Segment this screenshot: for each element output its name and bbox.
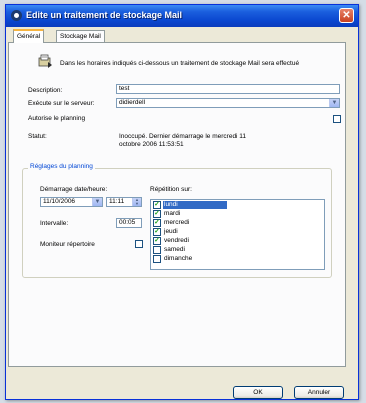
list-item-samedi[interactable]: samedi (153, 246, 229, 254)
intro-text: Dans les horaires indiqués ci-dessous un… (60, 60, 300, 67)
app-icon (11, 10, 22, 21)
start-date-picker[interactable]: 11/10/2006 ▼ (40, 197, 103, 207)
list-item-mardi[interactable]: ✓ mardi (153, 210, 229, 218)
list-item-dimanche[interactable]: dimanche (153, 255, 229, 263)
start-time-spinner[interactable]: 11:11 ▲ ▼ (106, 197, 142, 207)
check-icon[interactable]: ✓ (153, 228, 161, 236)
status-label: Statut: (28, 133, 47, 140)
cancel-button[interactable]: Annuler (294, 386, 344, 399)
ok-button[interactable]: OK (233, 386, 283, 399)
list-item-jeudi[interactable]: ✓ jeudi (153, 228, 229, 236)
start-datetime-label: Démarrage date/heure: (40, 186, 108, 193)
server-label: Exécute sur le serveur: (28, 100, 95, 107)
check-icon[interactable]: ✓ (153, 210, 161, 218)
check-icon[interactable]: ✓ (153, 201, 161, 209)
day-label: samedi (164, 246, 185, 253)
calendar-dropdown-icon[interactable]: ▼ (92, 198, 102, 206)
check-icon[interactable]: ✓ (153, 237, 161, 245)
interval-input[interactable]: 00:05 (116, 218, 142, 228)
check-icon[interactable]: ✓ (153, 219, 161, 227)
spin-icon[interactable]: ▲ ▼ (132, 198, 141, 206)
status-text-line2: octobre 2006 11:53:51 (119, 141, 184, 148)
checkbox-empty[interactable] (153, 255, 161, 263)
spin-down-icon[interactable]: ▼ (135, 201, 139, 206)
schedule-group-title: Réglages du planning (28, 163, 95, 170)
window-title: Edite un traitement de stockage Mail (26, 10, 183, 20)
description-label: Description: (28, 87, 63, 94)
authorize-planning-label: Autorise le planning (28, 115, 86, 122)
day-label: jeudi (164, 228, 178, 235)
status-text-line1: Inoccupé. Dernier démarrage le mercredi … (119, 133, 247, 140)
day-label: dimanche (164, 255, 193, 262)
start-date-value: 11/10/2006 (43, 198, 76, 205)
checkbox-empty[interactable] (153, 246, 161, 254)
server-dropdown[interactable]: didierdell ▼ (116, 98, 340, 108)
monitor-directory-label: Moniteur répertoire (40, 241, 95, 248)
day-label: vendredi (164, 237, 189, 244)
list-item-vendredi[interactable]: ✓ vendredi (153, 237, 229, 245)
start-time-value: 11:11 (109, 198, 125, 205)
chevron-down-icon[interactable]: ▼ (329, 99, 339, 107)
server-value: didierdell (119, 99, 146, 106)
close-icon: ✕ (342, 10, 351, 21)
schedule-icon (38, 54, 52, 68)
repeat-days-list[interactable]: ✓ lundi ✓ mardi ✓ mercredi ✓ jeudi ✓ vendredi… (150, 199, 325, 270)
day-label: lundi (163, 201, 227, 209)
day-label: mardi (164, 210, 181, 217)
title-bar[interactable]: Edite un traitement de stockage Mail ✕ (6, 5, 358, 27)
authorize-planning-checkbox[interactable] (333, 115, 341, 123)
close-button[interactable]: ✕ (339, 8, 354, 23)
repeat-label: Répétition sur: (150, 186, 192, 193)
day-label: mercredi (164, 219, 190, 226)
list-item-mercredi[interactable]: ✓ mercredi (153, 219, 229, 227)
interval-label: Intervalle: (40, 220, 69, 227)
monitor-directory-checkbox[interactable] (135, 240, 143, 248)
description-input[interactable]: test (116, 84, 340, 94)
list-item-lundi[interactable]: ✓ lundi (153, 201, 229, 209)
tab-general[interactable]: Général (13, 29, 45, 43)
